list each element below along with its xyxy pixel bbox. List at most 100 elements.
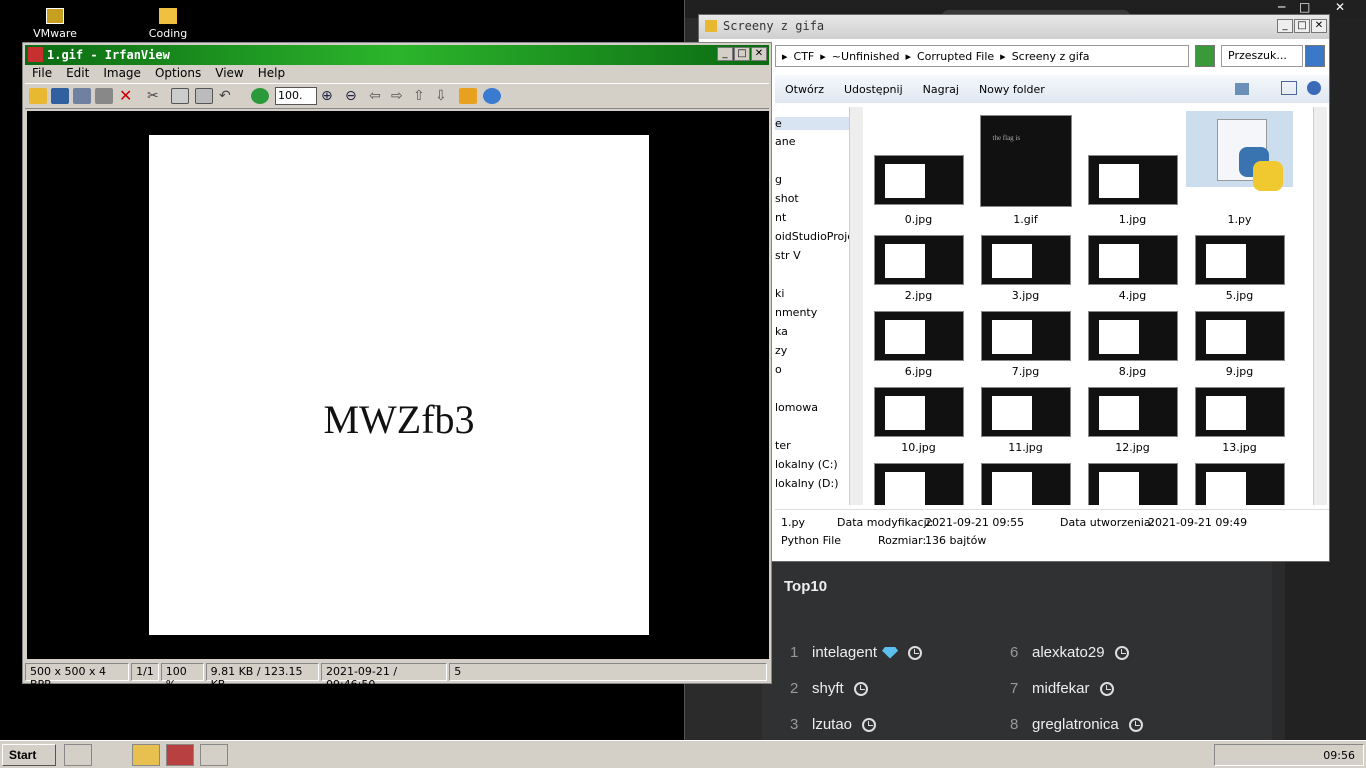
nav-item[interactable]: shot [775, 192, 799, 205]
file-item[interactable] [1079, 459, 1186, 505]
file-item[interactable]: 13.jpg [1186, 383, 1293, 459]
properties-icon[interactable] [459, 88, 477, 104]
previous-icon[interactable]: ⇦ [369, 88, 387, 104]
file-item[interactable]: 7.jpg [972, 307, 1079, 383]
help-icon[interactable] [1307, 81, 1321, 95]
file-item[interactable]: 4.jpg [1079, 231, 1186, 307]
nav-item[interactable]: nmenty [775, 306, 817, 319]
file-item[interactable]: 3.jpg [972, 231, 1079, 307]
breadcrumb-item[interactable]: CTF [794, 50, 815, 63]
info-icon[interactable] [251, 88, 269, 104]
search-input[interactable]: Przeszuk... [1221, 45, 1303, 67]
minimize-button[interactable]: _ [717, 47, 733, 61]
maximize-button[interactable]: □ [734, 47, 750, 61]
nav-item[interactable]: lokalny (D:) [775, 477, 839, 490]
breadcrumb-item[interactable]: Corrupted File [917, 50, 994, 63]
open-button[interactable]: Otwórz [785, 83, 824, 96]
irfanview-icon[interactable] [166, 744, 194, 766]
remote-desktop-icon[interactable] [200, 744, 228, 766]
first-icon[interactable]: ⇧ [413, 88, 431, 104]
file-item[interactable]: 5.jpg [1186, 231, 1293, 307]
zoom-out-icon[interactable]: ⊖ [345, 88, 363, 104]
file-item[interactable]: 9.jpg [1186, 307, 1293, 383]
share-button[interactable]: Udostępnij [844, 83, 903, 96]
rank-row[interactable]: 7 midfekar [1010, 680, 1114, 697]
thumbnails-icon[interactable] [51, 88, 69, 104]
maximize-icon[interactable]: □ [1299, 0, 1310, 14]
print-icon[interactable] [95, 88, 113, 104]
nav-item[interactable]: nt [775, 211, 786, 224]
file-item[interactable]: 10.jpg [865, 383, 972, 459]
cat-icon[interactable] [98, 744, 126, 766]
nav-item[interactable]: g [775, 173, 782, 186]
file-item[interactable]: the flag is 1.gif [972, 111, 1079, 226]
rank-row[interactable]: 3 lzutao [790, 716, 877, 733]
menu-image[interactable]: Image [96, 65, 148, 83]
minimize-icon[interactable]: ─ [1278, 0, 1285, 14]
desktop-icon-coding[interactable]: Coding [113, 2, 223, 40]
menu-help[interactable]: Help [251, 65, 292, 83]
open-icon[interactable] [29, 88, 47, 104]
undo-icon[interactable]: ↶ [219, 88, 237, 104]
close-button[interactable]: ✕ [1311, 19, 1327, 33]
breadcrumb-item[interactable]: ~Unfinished [832, 50, 900, 63]
view-options-icon[interactable] [1235, 83, 1249, 95]
nav-item[interactable]: o [775, 363, 782, 376]
chrome-icon[interactable] [64, 744, 92, 766]
nav-item[interactable]: ka [775, 325, 788, 338]
file-item[interactable]: 6.jpg [865, 307, 972, 383]
nav-item[interactable]: ane [775, 135, 795, 148]
rank-row[interactable]: 6 alexkato29 [1010, 644, 1129, 661]
nav-item[interactable]: zy [775, 344, 787, 357]
start-button[interactable]: Start [2, 744, 56, 766]
file-item[interactable] [865, 459, 972, 505]
clock[interactable]: 09:56 [1323, 749, 1355, 762]
preview-pane-icon[interactable] [1281, 81, 1297, 95]
nav-scrollbar[interactable] [849, 107, 863, 505]
save-icon[interactable] [73, 88, 91, 104]
nav-item[interactable]: oidStudioProjec [775, 230, 849, 243]
close-icon[interactable]: ✕ [1335, 0, 1345, 14]
zoom-select[interactable]: 100. [275, 87, 317, 105]
nav-item[interactable]: ter [775, 439, 791, 452]
cut-icon[interactable]: ✂ [147, 88, 165, 104]
rank-row[interactable]: 2 shyft [790, 680, 868, 697]
menu-file[interactable]: File [25, 65, 59, 83]
paste-icon[interactable] [195, 88, 213, 104]
delete-icon[interactable]: ✕ [119, 88, 137, 104]
help-icon[interactable] [483, 88, 501, 104]
new-folder-button[interactable]: Nowy folder [979, 83, 1045, 96]
file-item[interactable] [1186, 459, 1293, 505]
minimize-button[interactable]: _ [1277, 19, 1293, 33]
nav-item[interactable]: e [775, 117, 849, 130]
nav-item[interactable]: lomowa [775, 401, 818, 414]
zoom-in-icon[interactable]: ⊕ [321, 88, 339, 104]
file-item[interactable] [972, 459, 1079, 505]
rank-row[interactable]: 8 greglatronica [1010, 716, 1143, 733]
burn-button[interactable]: Nagraj [923, 83, 959, 96]
close-button[interactable]: ✕ [751, 47, 767, 61]
refresh-icon[interactable] [1195, 45, 1215, 67]
menu-edit[interactable]: Edit [59, 65, 96, 83]
file-item[interactable]: 0.jpg [865, 111, 972, 226]
nav-item[interactable]: lokalny (C:) [775, 458, 838, 471]
file-item[interactable]: 1.jpg [1079, 111, 1186, 226]
menu-view[interactable]: View [208, 65, 250, 83]
last-icon[interactable]: ⇩ [435, 88, 453, 104]
search-icon[interactable] [1305, 45, 1325, 67]
nav-item[interactable]: ki [775, 287, 784, 300]
menu-options[interactable]: Options [148, 65, 208, 83]
address-bar[interactable]: ▸ CTF ▸ ~Unfinished ▸ Corrupted File ▸ Scre… [775, 45, 1189, 67]
file-item[interactable]: 12.jpg [1079, 383, 1186, 459]
copy-icon[interactable] [171, 88, 189, 104]
maximize-button[interactable]: □ [1294, 19, 1310, 33]
file-item-selected[interactable]: 1.py [1186, 111, 1293, 226]
file-item[interactable]: 8.jpg [1079, 307, 1186, 383]
folder-icon[interactable] [132, 744, 160, 766]
breadcrumb-item[interactable]: Screeny z gifa [1012, 50, 1090, 63]
file-scrollbar[interactable] [1313, 107, 1327, 505]
rank-row[interactable]: 1 intelagent [790, 644, 923, 661]
nav-item[interactable]: str V [775, 249, 801, 262]
file-item[interactable]: 11.jpg [972, 383, 1079, 459]
file-item[interactable]: 2.jpg [865, 231, 972, 307]
